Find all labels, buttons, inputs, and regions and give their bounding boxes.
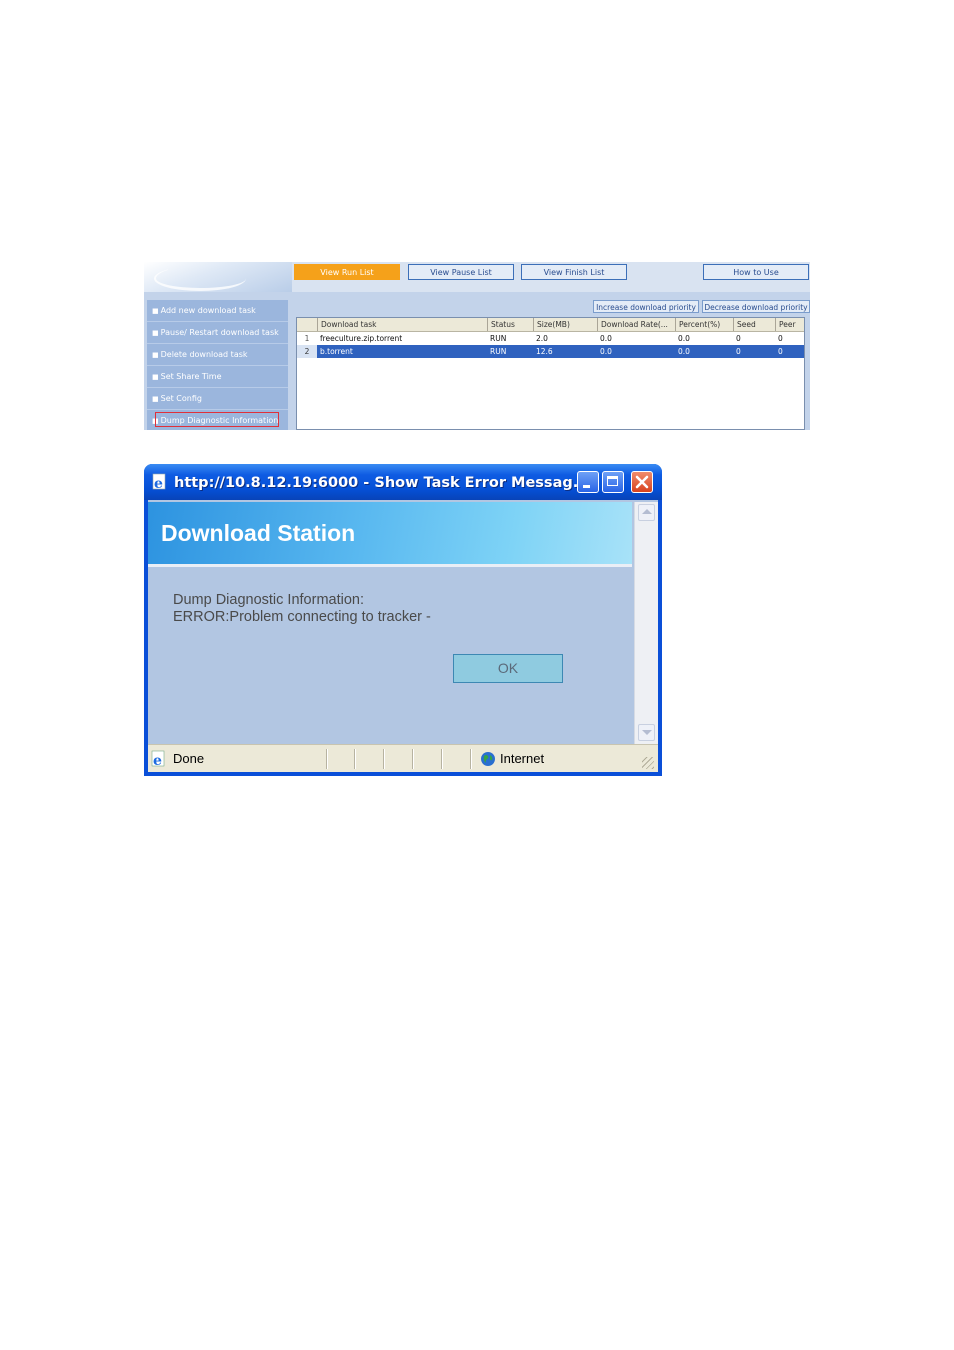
tab-view-run-list[interactable]: View Run List [294, 264, 400, 280]
download-station-run-list-screenshot: View Run List View Pause List View Finis… [144, 262, 810, 430]
window-titlebar[interactable]: e http://10.8.12.19:6000 - Show Task Err… [144, 464, 662, 500]
bullet-icon: ■ [152, 351, 159, 359]
tab-view-finish-list[interactable]: View Finish List [521, 264, 627, 280]
task-status: RUN [490, 347, 507, 356]
task-seed: 0 [736, 347, 741, 356]
task-peer: 0 [778, 347, 783, 356]
status-separator [354, 749, 356, 769]
svg-text:e: e [154, 476, 163, 491]
sidebar-item-label: Pause/ Restart download task [160, 328, 279, 337]
window-title: http://10.8.12.19:6000 - Show Task Error… [174, 475, 590, 491]
column-header-peer[interactable]: Peer [775, 318, 804, 331]
sidebar-item-label: Set Config [160, 394, 202, 403]
sidebar-item-set-share-time[interactable]: ■ Set Share Time [147, 366, 288, 388]
close-x-glyph [635, 475, 649, 489]
status-separator [412, 749, 414, 769]
ie-page-icon: e [152, 473, 166, 491]
browser-status-bar: e Done Internet [148, 744, 658, 773]
tab-how-to-use[interactable]: How to Use [703, 264, 809, 280]
sidebar-item-set-config[interactable]: ■ Set Config [147, 388, 288, 410]
top-navigation-bar: View Run List View Pause List View Finis… [292, 262, 810, 292]
sidebar-item-label: Add new download task [160, 306, 256, 315]
minimize-icon[interactable] [577, 471, 599, 493]
highlight-box [155, 412, 279, 427]
error-message: ERROR:Problem connecting to tracker - [173, 609, 431, 625]
task-size: 2.0 [536, 334, 548, 343]
status-separator [383, 749, 385, 769]
row-number: 2 [297, 345, 317, 358]
sidebar-item-pause-restart[interactable]: ■ Pause/ Restart download task [147, 322, 288, 344]
popup-content-area: Download Station Dump Diagnostic Informa… [148, 500, 658, 744]
svg-text:e: e [153, 753, 162, 768]
resize-grip-icon[interactable] [642, 757, 654, 769]
vertical-scrollbar[interactable] [634, 502, 658, 744]
task-status: RUN [490, 334, 507, 343]
column-header-number [297, 318, 317, 331]
status-separator [470, 749, 472, 769]
download-task-table: Download task Status Size(MB) Download R… [296, 317, 805, 430]
column-header-status[interactable]: Status [487, 318, 533, 331]
globe-icon [481, 752, 495, 766]
task-rate: 0.0 [600, 334, 612, 343]
decrease-priority-button[interactable]: Decrease download priority [702, 300, 810, 313]
scroll-down-icon[interactable] [638, 724, 655, 741]
column-header-task[interactable]: Download task [317, 318, 487, 331]
maximize-icon[interactable] [602, 471, 624, 493]
sidebar-item-dump-diagnostic[interactable]: ■ Dump Diagnostic Information [147, 410, 288, 430]
task-size: 12.6 [536, 347, 553, 356]
column-header-rate[interactable]: Download Rate(... [597, 318, 675, 331]
message-heading: Dump Diagnostic Information: [173, 592, 364, 608]
banner-divider [148, 564, 632, 567]
bullet-icon: ■ [152, 329, 159, 337]
task-name: b.torrent [320, 347, 353, 356]
task-rate: 0.0 [600, 347, 612, 356]
increase-priority-button[interactable]: Increase download priority [593, 300, 699, 313]
column-header-percent[interactable]: Percent(%) [675, 318, 733, 331]
ie-page-icon: e [151, 750, 165, 768]
close-icon[interactable] [631, 471, 653, 493]
sidebar-item-label: Delete download task [160, 350, 248, 359]
task-name: freeculture.zip.torrent [320, 334, 403, 343]
sidebar-item-label: Set Share Time [160, 372, 222, 381]
table-row-selected[interactable]: 2 b.torrent RUN 12.6 0.0 0.0 0 0 [297, 345, 804, 358]
bullet-icon: ■ [152, 307, 159, 315]
download-station-banner: Download Station [148, 502, 632, 564]
table-row[interactable]: 1 freeculture.zip.torrent RUN 2.0 0.0 0.… [297, 332, 804, 345]
ok-button[interactable]: OK [453, 654, 563, 683]
column-header-size[interactable]: Size(MB) [533, 318, 597, 331]
bullet-icon: ■ [152, 395, 159, 403]
sidebar-item-add-task[interactable]: ■ Add new download task [147, 300, 288, 322]
task-percent: 0.0 [678, 334, 690, 343]
table-header-row: Download task Status Size(MB) Download R… [297, 318, 804, 332]
task-percent: 0.0 [678, 347, 690, 356]
task-seed: 0 [736, 334, 741, 343]
window-bottom-border [144, 772, 662, 776]
task-peer: 0 [778, 334, 783, 343]
sidebar-item-delete-task[interactable]: ■ Delete download task [147, 344, 288, 366]
task-sidebar: ■ Add new download task ■ Pause/ Restart d… [147, 300, 288, 430]
status-separator [326, 749, 328, 769]
scroll-up-icon[interactable] [638, 504, 655, 521]
column-header-seed[interactable]: Seed [733, 318, 775, 331]
security-zone-text: Internet [500, 751, 545, 766]
tab-view-pause-list[interactable]: View Pause List [408, 264, 514, 280]
row-number: 1 [304, 334, 310, 343]
logo-swirl-graphic [154, 266, 246, 291]
logo-banner [144, 262, 292, 292]
status-text: Done [173, 751, 205, 766]
status-separator [441, 749, 443, 769]
error-message-popup-window: e http://10.8.12.19:6000 - Show Task Err… [144, 464, 662, 776]
banner-title: Download Station [161, 520, 356, 546]
bullet-icon: ■ [152, 373, 159, 381]
